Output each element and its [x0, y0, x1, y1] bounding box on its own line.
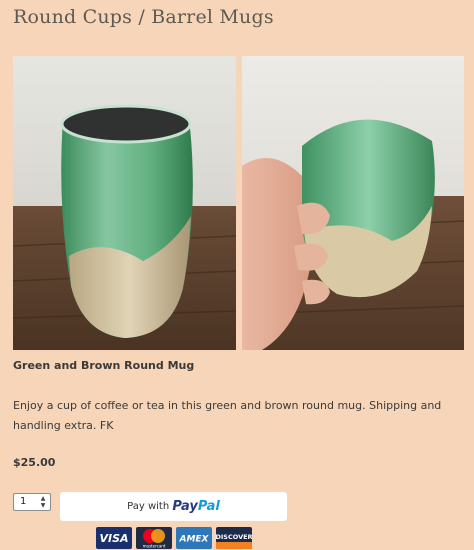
product-description: Enjoy a cup of coffee or tea in this gre… — [13, 399, 442, 432]
amex-icon: AMEX — [176, 527, 212, 549]
svg-text:VISA: VISA — [99, 532, 128, 545]
svg-text:DISCOVER: DISCOVER — [216, 533, 252, 541]
paypal-logo-pay: Pay — [172, 499, 198, 514]
svg-text:mastercard: mastercard — [143, 544, 166, 549]
quantity-spinner[interactable]: ▲ ▼ — [39, 495, 47, 509]
product-name: Green and Brown Round Mug — [13, 359, 195, 372]
visa-icon: VISA — [96, 527, 132, 549]
page-title: Round Cups / Barrel Mugs — [13, 6, 274, 28]
mastercard-icon: mastercard — [136, 527, 172, 549]
paypal-prefix: Pay with — [127, 501, 170, 512]
discover-icon: DISCOVER — [216, 527, 252, 549]
paypal-logo-pal: Pal — [197, 499, 220, 514]
paypal-button[interactable]: Pay with PayPal — [60, 492, 287, 521]
product-price: $25.00 — [13, 456, 56, 469]
product-photo-mug[interactable] — [13, 56, 236, 350]
chevron-down-icon[interactable]: ▼ — [39, 502, 47, 509]
quantity-value: 1 — [20, 496, 27, 507]
quantity-stepper[interactable]: 1 ▲ ▼ — [13, 493, 51, 511]
product-photo-mug-in-hand[interactable] — [242, 56, 464, 350]
chevron-up-icon[interactable]: ▲ — [39, 495, 47, 502]
svg-text:AMEX: AMEX — [178, 535, 209, 545]
